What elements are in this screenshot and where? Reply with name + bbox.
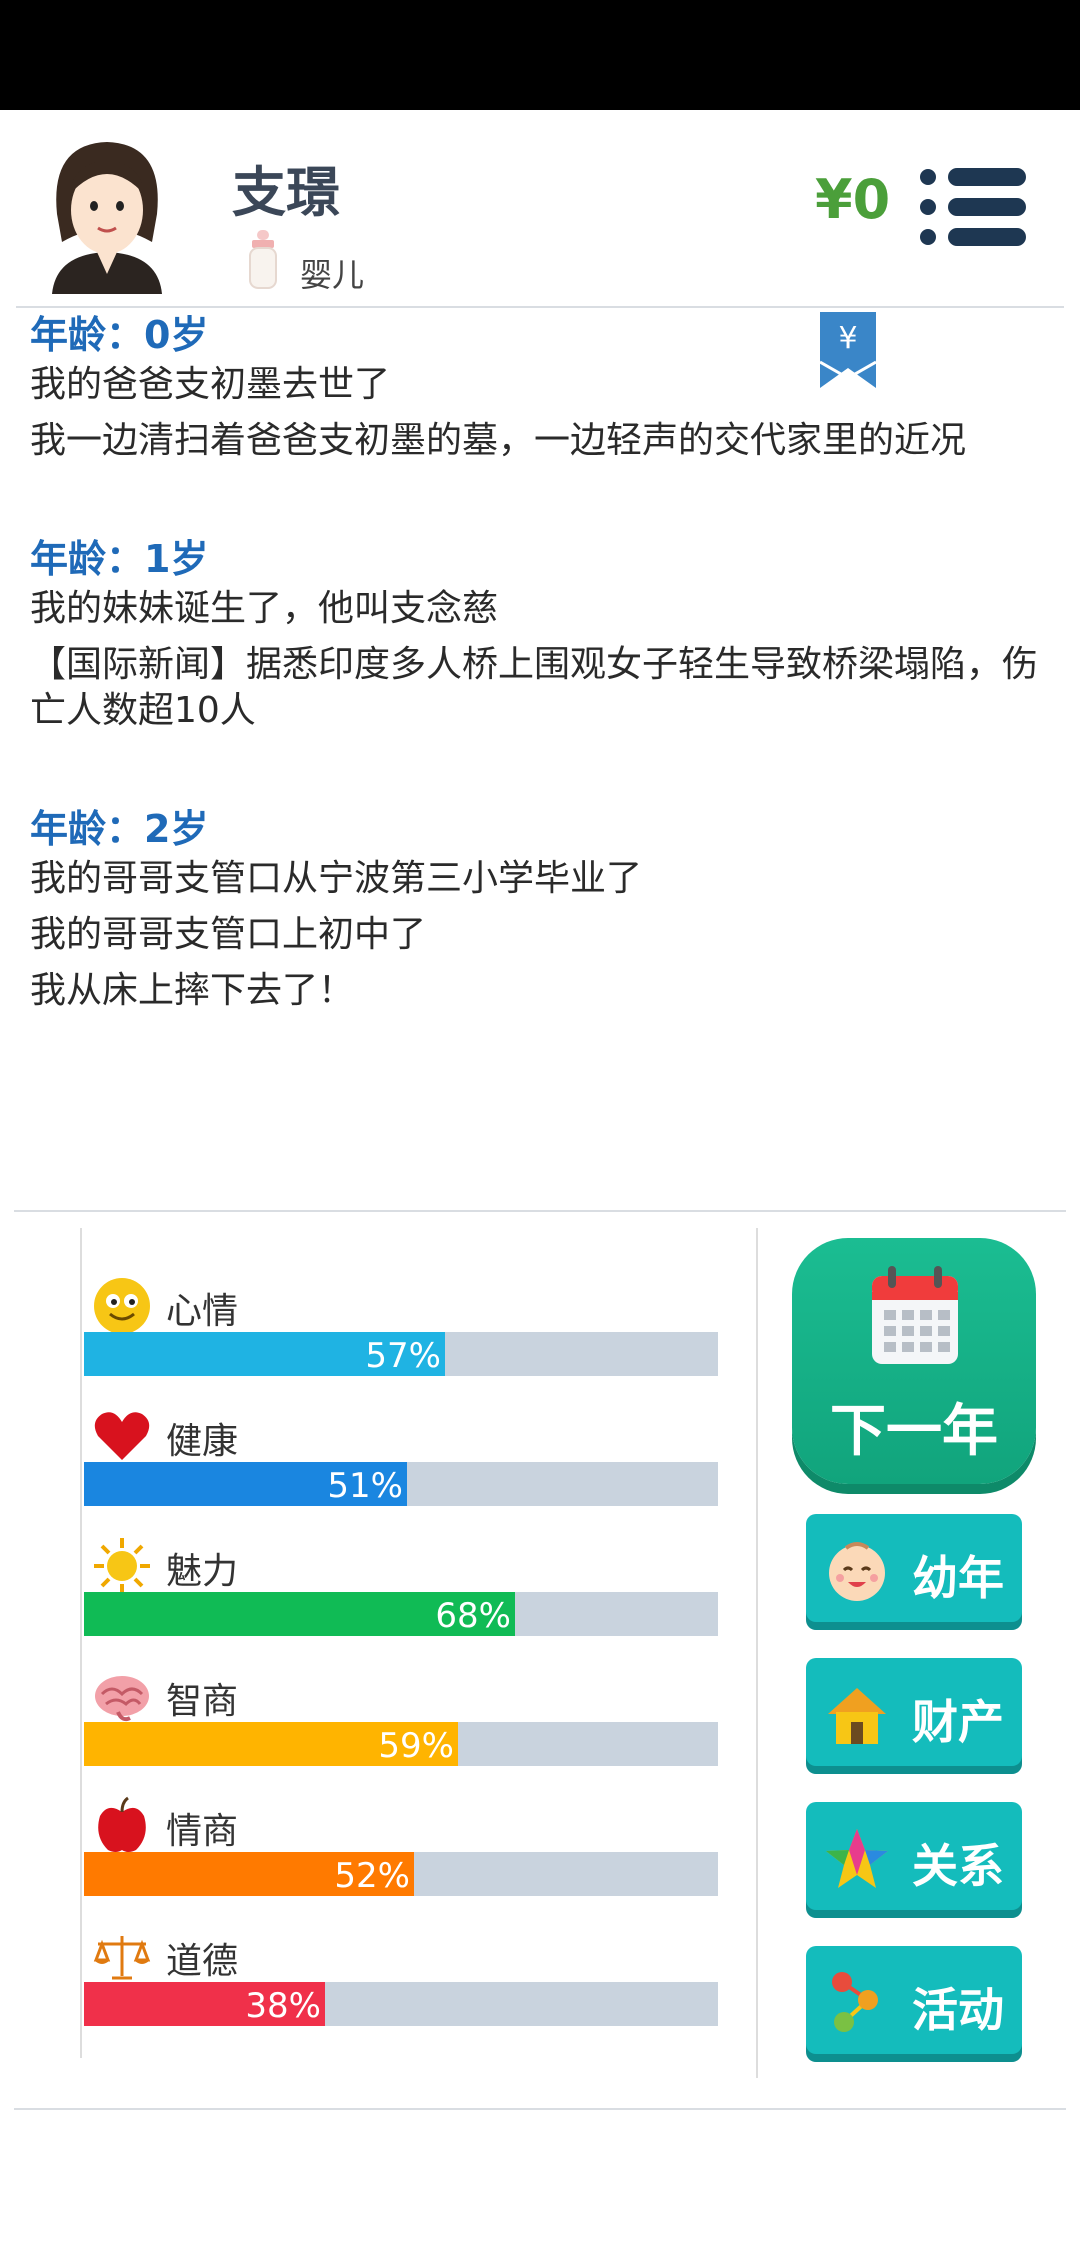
relations-button[interactable]: 关系 (806, 1802, 1022, 1910)
stat-morality: 道德 38% (82, 1926, 722, 2054)
stat-label: 情商 (166, 1811, 239, 1852)
stat-label: 智商 (166, 1681, 239, 1722)
stat-percent: 68% (435, 1596, 511, 1636)
stat-percent: 52% (334, 1856, 410, 1896)
stat-bar: 52% (84, 1852, 718, 1896)
stat-percent: 57% (365, 1336, 441, 1376)
stats-panel: 心情 57% 健康 51% 魅力 68% 智商 59% 情商 52% 道德 38… (80, 1228, 722, 2058)
stat-percent: 59% (378, 1726, 454, 1766)
stat-bar: 57% (84, 1332, 718, 1376)
log-event: 我的爸爸支初墨去世了 (30, 364, 391, 405)
smiley-icon (94, 1278, 150, 1334)
player-name: 支璟 (232, 161, 340, 224)
apple-icon (98, 1796, 146, 1852)
stat-iq: 智商 59% (82, 1666, 722, 1794)
calendar-icon (872, 1266, 958, 1364)
age-label: 年龄：0岁 (30, 313, 209, 357)
year-entry: 年龄：1岁 我的妹妹诞生了，他叫支念慈 【国际新闻】据悉印度多人桥上围观女子轻生… (30, 532, 1040, 734)
bottom-divider (14, 2108, 1066, 2110)
stat-health: 健康 51% (82, 1406, 722, 1534)
next-year-button[interactable]: 下一年 (792, 1238, 1036, 1484)
assets-button[interactable]: 财产 (806, 1658, 1022, 1766)
baby-face-icon (829, 1542, 885, 1601)
sun-icon (94, 1538, 150, 1594)
star-icon (826, 1829, 888, 1888)
life-stage-label: 婴儿 (300, 256, 365, 294)
activity-dots-icon (832, 1972, 878, 2032)
log-divider (14, 1210, 1066, 1212)
stat-bar: 68% (84, 1592, 718, 1636)
stat-charm: 魅力 68% (82, 1536, 722, 1664)
log-event: 【国际新闻】据悉印度多人桥上围观女子轻生导致桥梁塌陷，伤亡人数超10人 (30, 644, 1039, 731)
stat-bar: 38% (84, 1982, 718, 2026)
money-display: ¥0 (815, 168, 891, 231)
stat-bar: 51% (84, 1462, 718, 1506)
stat-eq: 情商 52% (82, 1796, 722, 1924)
stat-label: 心情 (166, 1291, 239, 1332)
stat-label: 健康 (166, 1421, 239, 1462)
age-label: 年龄：1岁 (30, 537, 209, 581)
log-event: 我的哥哥支管口上初中了 (30, 914, 427, 955)
activities-label: 活动 (912, 1983, 1004, 2037)
menu-button[interactable] (920, 166, 1026, 248)
baby-bottle-icon (249, 230, 277, 289)
menu-icon (920, 169, 936, 185)
panel-divider (756, 1228, 758, 2078)
avatar[interactable] (42, 124, 172, 294)
activities-button[interactable]: 活动 (806, 1946, 1022, 2054)
life-log: 年龄：0岁 我的爸爸支初墨去世了 我一边清扫着爸爸支初墨的墓，一边轻声的交代家里… (30, 308, 1040, 1082)
stat-percent: 38% (245, 1986, 321, 2026)
brain-icon (95, 1676, 149, 1722)
stat-bar: 59% (84, 1722, 718, 1766)
stat-percent: 51% (327, 1466, 403, 1506)
year-entry: 年龄：2岁 我的哥哥支管口从宁波第三小学毕业了 我的哥哥支管口上初中了 我从床上… (30, 802, 1040, 1014)
childhood-button[interactable]: 幼年 (806, 1514, 1022, 1622)
log-event: 我从床上摔下去了！ (30, 970, 355, 1011)
profile-header: 支璟 婴儿 ¥0 (0, 110, 1080, 306)
log-event: 我的妹妹诞生了，他叫支念慈 (30, 588, 499, 629)
scales-icon (93, 1936, 151, 1980)
next-year-label: 下一年 (830, 1399, 998, 1464)
relations-label: 关系 (912, 1839, 1004, 1893)
stat-label: 魅力 (166, 1551, 239, 1592)
stat-mood: 心情 57% (82, 1276, 722, 1404)
stat-label: 道德 (166, 1941, 239, 1982)
year-entry: 年龄：0岁 我的爸爸支初墨去世了 我一边清扫着爸爸支初墨的墓，一边轻声的交代家里… (30, 308, 1040, 464)
house-icon (828, 1688, 886, 1744)
heart-icon (94, 1412, 150, 1460)
status-bar (0, 0, 1080, 110)
age-label: 年龄：2岁 (30, 807, 209, 851)
childhood-label: 幼年 (912, 1551, 1004, 1605)
assets-label: 财产 (912, 1695, 1004, 1749)
log-event: 我的哥哥支管口从宁波第三小学毕业了 (30, 858, 643, 899)
log-event: 我一边清扫着爸爸支初墨的墓，一边轻声的交代家里的近况 (30, 420, 967, 461)
